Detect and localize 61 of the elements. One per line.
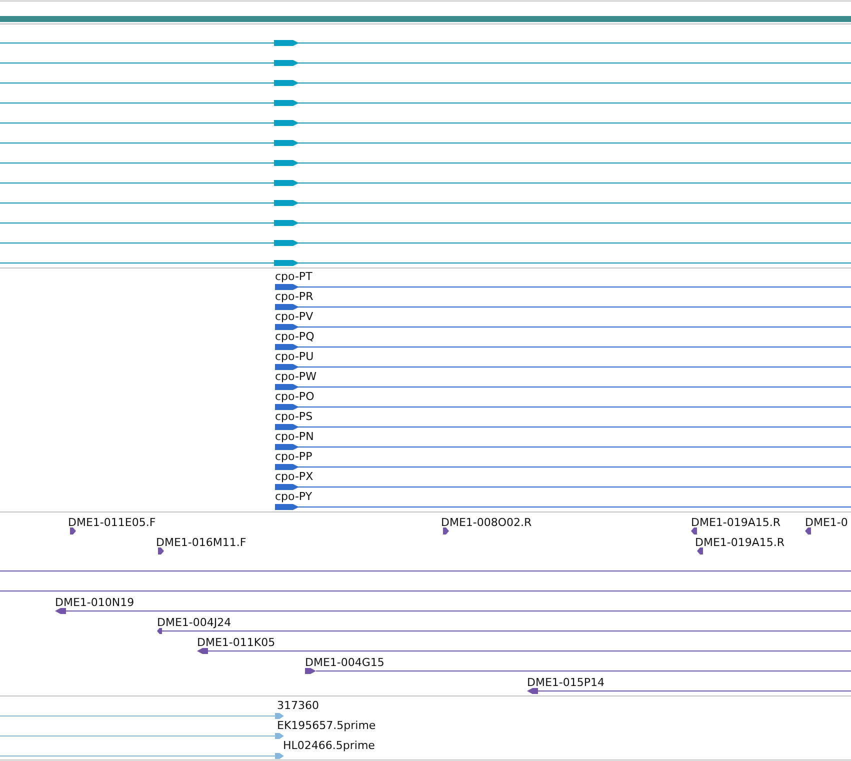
feature-label[interactable]: DME1-019A15.R (691, 516, 781, 529)
transcript-arrow[interactable] (274, 200, 299, 206)
feature-label[interactable]: cpo-PY (275, 490, 312, 503)
transcript-arrow[interactable] (274, 160, 299, 166)
transcript-arrow[interactable] (274, 260, 299, 266)
transcript-arrow[interactable] (274, 100, 299, 106)
transcript-arrow[interactable] (274, 80, 299, 86)
feature-label[interactable]: cpo-PX (275, 470, 314, 483)
feature-label[interactable]: cpo-PS (275, 410, 313, 423)
feature-label[interactable]: cpo-PQ (275, 330, 314, 343)
transcript-arrow[interactable] (274, 120, 299, 126)
feature-label[interactable]: DME1-011K05 (197, 636, 276, 649)
feature-arrow[interactable] (275, 344, 299, 350)
read-arrow[interactable] (697, 548, 703, 554)
clone-arrow[interactable] (197, 648, 208, 654)
feature-label[interactable]: cpo-PW (275, 370, 316, 383)
feature-arrow[interactable] (275, 464, 299, 470)
transcript-arrow[interactable] (274, 220, 299, 226)
feature-label[interactable]: DME1-016M11.F (156, 536, 246, 549)
feature-label[interactable]: cpo-PV (275, 310, 314, 323)
feature-arrow[interactable] (275, 484, 299, 490)
feature-label[interactable]: DME1-015P14 (527, 676, 605, 689)
transcript-arrow[interactable] (274, 180, 299, 186)
clone-arrow[interactable] (305, 668, 316, 674)
feature-label[interactable]: cpo-PN (275, 430, 314, 443)
feature-label[interactable]: cpo-PP (275, 450, 312, 463)
read-arrow[interactable] (70, 528, 76, 534)
feature-label[interactable]: cpo-PR (275, 290, 314, 303)
feature-label[interactable]: 317360 (277, 699, 319, 712)
feature-label[interactable]: cpo-PU (275, 350, 314, 363)
feature-label[interactable]: DME1-0 (805, 516, 848, 529)
feature-label[interactable]: DME1-004G15 (305, 656, 384, 669)
feature-arrow[interactable] (275, 444, 299, 450)
clone-arrow[interactable] (55, 608, 66, 614)
feature-label[interactable]: HL02466.5prime (283, 739, 375, 752)
feature-label[interactable]: DME1-008O02.R (441, 516, 532, 529)
feature-label[interactable]: cpo-PT (275, 270, 312, 283)
feature-arrow[interactable] (275, 284, 299, 290)
transcript-arrow[interactable] (274, 140, 299, 146)
feature-label[interactable]: cpo-PO (275, 390, 314, 403)
feature-arrow[interactable] (275, 384, 299, 390)
feature-arrow[interactable] (275, 504, 299, 510)
read-arrow[interactable] (158, 548, 164, 554)
read-arrow[interactable] (443, 528, 449, 534)
feature-label[interactable]: EK195657.5prime (277, 719, 376, 732)
transcript-arrow[interactable] (274, 40, 299, 46)
feature-arrow[interactable] (275, 364, 299, 370)
transcript-arrow[interactable] (274, 240, 299, 246)
feature-label[interactable]: DME1-010N19 (55, 596, 134, 609)
feature-arrow[interactable] (275, 404, 299, 410)
transcript-arrow[interactable] (274, 60, 299, 66)
feature-arrow[interactable] (275, 304, 299, 310)
clone-arrow[interactable] (157, 628, 162, 634)
feature-arrow[interactable] (275, 424, 299, 430)
feature-label[interactable]: DME1-019A15.R (695, 536, 785, 549)
feature-label[interactable]: DME1-011E05.F (68, 516, 156, 529)
read-arrow[interactable] (805, 528, 811, 534)
read-arrow[interactable] (691, 528, 697, 534)
feature-arrow[interactable] (275, 324, 299, 330)
feature-label[interactable]: DME1-004J24 (157, 616, 232, 629)
clone-arrow[interactable] (527, 688, 538, 694)
